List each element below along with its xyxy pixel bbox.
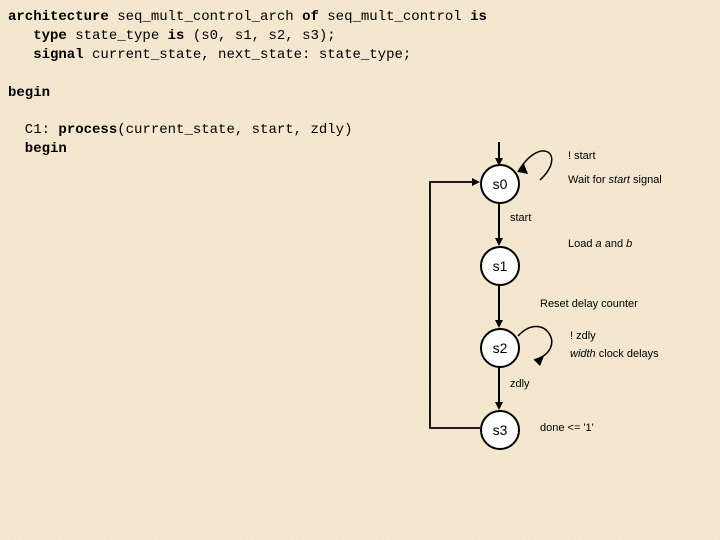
edge-s2-s3-arrowhead xyxy=(495,402,503,410)
label-width: width clock delays xyxy=(570,348,659,360)
edge-s0-s1 xyxy=(498,202,500,240)
state-diagram: s0 ! start Wait for start signal start L… xyxy=(410,138,710,538)
line8: begin xyxy=(8,141,67,157)
line5: begin xyxy=(8,85,50,101)
edge-s1-s2 xyxy=(498,284,500,322)
label-wait: Wait for start signal xyxy=(568,174,662,186)
label-load: Load a and b xyxy=(568,238,632,250)
edge-s1-s2-arrowhead xyxy=(495,320,503,328)
label-not-start: ! start xyxy=(568,150,596,162)
label-zdly: zdly xyxy=(510,378,530,390)
label-start: start xyxy=(510,212,531,224)
s2-self-loop xyxy=(510,326,570,366)
vhdl-code-block: architecture seq_mult_control_arch of se… xyxy=(8,8,487,159)
edge-s0-s1-arrowhead xyxy=(495,238,503,246)
label-done: done <= '1' xyxy=(540,422,594,434)
line2: type state_type is (s0, s1, s2, s3); xyxy=(8,28,336,44)
label-reset: Reset delay counter xyxy=(540,298,638,310)
s0-self-loop xyxy=(510,144,570,184)
edge-s2-s3 xyxy=(498,366,500,404)
line7: C1: process(current_state, start, zdly) xyxy=(8,122,352,138)
line1: architecture seq_mult_control_arch of se… xyxy=(8,9,487,25)
line3: signal current_state, next_state: state_… xyxy=(8,47,411,63)
edge-s3-s0 xyxy=(410,164,490,454)
label-not-zdly: ! zdly xyxy=(570,330,596,342)
